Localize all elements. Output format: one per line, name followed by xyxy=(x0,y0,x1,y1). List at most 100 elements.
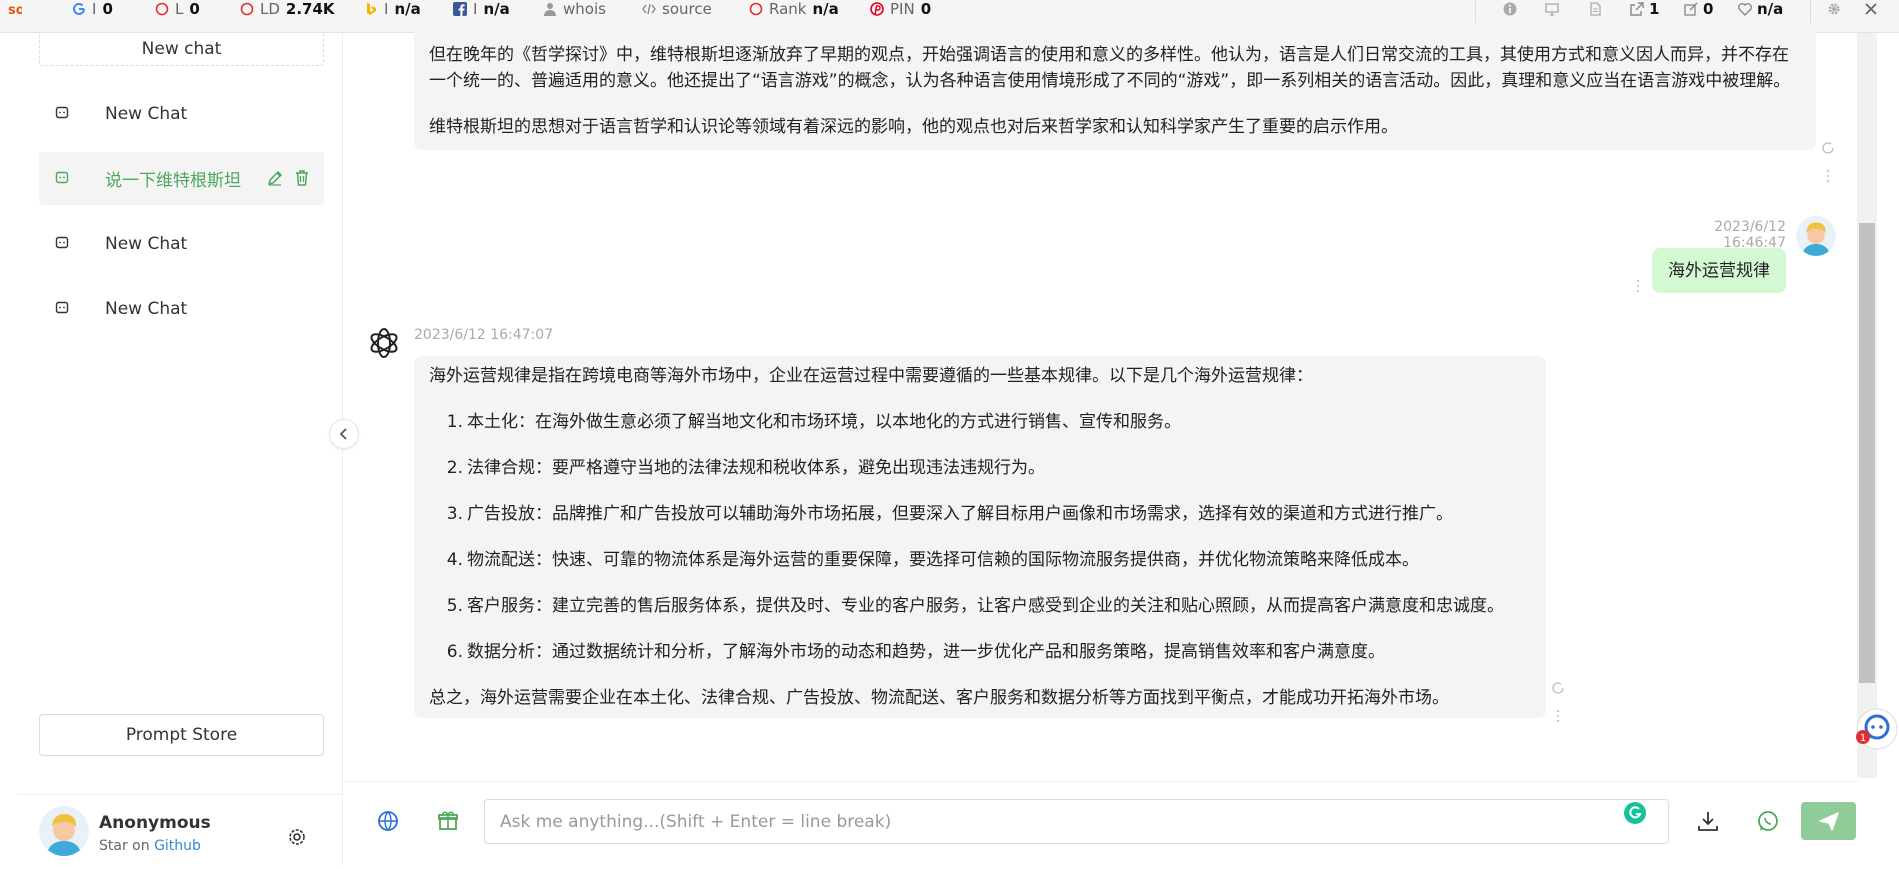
bing-icon xyxy=(367,2,376,15)
document-icon xyxy=(1590,1,1601,16)
seo-item-bing-index[interactable]: I n/a xyxy=(364,0,421,18)
chat-list-item[interactable]: New Chat xyxy=(39,217,324,270)
list-number: 3. xyxy=(446,504,463,524)
user-avatar[interactable] xyxy=(39,806,89,856)
internal-links-button[interactable]: 0 xyxy=(1684,0,1714,18)
message-list: 1. 本土化：在海外做生意必须了解当地文化和市场环境，以本地化的方式进行销售、宣传… xyxy=(429,409,1531,665)
more-vertical-icon[interactable] xyxy=(1821,169,1835,183)
chat-list-item-active[interactable]: 说一下维特根斯坦 xyxy=(39,152,324,205)
list-text: 本土化：在海外做生意必须了解当地文化和市场环境，以本地化的方式进行销售、宣传和服… xyxy=(467,412,1181,432)
seo-item-whois[interactable]: whois xyxy=(543,0,606,18)
seo-item-link-domains[interactable]: LD 2.74K xyxy=(240,0,335,18)
chat-item-label: New Chat xyxy=(105,233,188,254)
density-button[interactable] xyxy=(1588,0,1602,17)
list-number: 2. xyxy=(446,458,463,478)
seo-value: 0 xyxy=(1703,0,1714,18)
trash-icon[interactable] xyxy=(293,169,311,187)
seoquake-logo[interactable]: so xyxy=(8,0,22,17)
avatar-icon xyxy=(1796,216,1836,256)
chat-bubble-icon xyxy=(55,301,69,314)
user-sub-prefix: Star on xyxy=(99,838,150,854)
list-item: 5. 客户服务：建立完善的售后服务体系，提供及时、专业的客户服务，让客户感受到企业… xyxy=(437,593,1531,619)
seo-settings-button[interactable] xyxy=(1827,0,1841,17)
assistant-widget-icon[interactable]: 1 xyxy=(1855,707,1899,751)
seo-item-links[interactable]: L 0 xyxy=(155,0,200,18)
send-button[interactable] xyxy=(1801,802,1856,840)
seo-label: Rank xyxy=(769,0,807,18)
message-paragraph: 维特根斯坦的思想对于语言哲学和认识论等领域有着深远的影响，他的观点也对后来哲学家… xyxy=(429,117,1398,137)
circle-icon xyxy=(240,2,254,15)
facebook-icon xyxy=(453,1,467,16)
list-item: 6. 数据分析：通过数据统计和分析，了解海外市场的动态和趋势，进一步优化产品和服务… xyxy=(437,639,1531,665)
user-message: 海外运营规律 xyxy=(1652,248,1786,293)
assistant-message: 但在晚年的《哲学探讨》中，维特根斯坦逐渐放弃了早期的观点，开始强调语言的使用和意… xyxy=(414,23,1816,150)
circle-icon xyxy=(749,2,763,15)
seo-close-button[interactable] xyxy=(1864,0,1878,17)
refresh-icon[interactable] xyxy=(1821,141,1835,155)
list-number: 5. xyxy=(446,596,463,616)
more-vertical-icon[interactable] xyxy=(1551,709,1565,723)
seo-label: source xyxy=(662,0,712,18)
gear-icon xyxy=(1828,3,1840,14)
user-subtitle: Star on Github xyxy=(99,838,201,854)
seo-value: n/a xyxy=(394,0,421,18)
chat-input[interactable]: Ask me anything...(Shift + Enter = line … xyxy=(484,799,1669,844)
list-item: 4. 物流配送：快速、可靠的物流体系是海外运营的重要保障，要选择可信赖的国际物流服… xyxy=(437,547,1531,573)
user-panel: Anonymous Star on Github xyxy=(18,794,343,866)
seo-item-google-index[interactable]: I 0 xyxy=(72,0,113,18)
seo-label: whois xyxy=(563,0,606,18)
health-button[interactable]: n/a xyxy=(1738,0,1783,18)
sidebar: New chat New Chat 说一下维特根斯坦 New Chat New … xyxy=(18,33,343,866)
seo-label: I xyxy=(473,0,478,18)
seo-label: L xyxy=(175,0,184,18)
list-text: 数据分析：通过数据统计和分析，了解海外市场的动态和趋势，进一步优化产品和服务策略… xyxy=(467,642,1385,662)
chat-item-label: 说一下维特根斯坦 xyxy=(105,171,241,191)
chat-bubble-icon xyxy=(55,171,69,184)
globe-icon[interactable] xyxy=(374,807,402,835)
input-bar: Ask me anything...(Shift + Enter = line … xyxy=(344,781,1859,866)
seo-item-source[interactable]: source xyxy=(642,0,712,18)
grammarly-icon[interactable] xyxy=(1621,799,1649,827)
settings-gear-icon[interactable] xyxy=(286,826,308,848)
info-button[interactable] xyxy=(1503,0,1517,17)
seo-value: n/a xyxy=(812,0,839,18)
prompt-store-button[interactable]: Prompt Store xyxy=(39,714,324,756)
seo-value: 2.74K xyxy=(285,0,335,18)
external-links-button[interactable]: 1 xyxy=(1630,0,1659,18)
list-text: 客户服务：建立完善的售后服务体系，提供及时、专业的客户服务，让客户感受到企业的关… xyxy=(467,596,1504,616)
toolbar-divider xyxy=(1810,0,1811,26)
page-audit-button[interactable] xyxy=(1545,0,1559,17)
message-timestamp: 2023/6/12 16:46:47 xyxy=(1714,219,1786,251)
seo-item-pinterest[interactable]: PIN 0 xyxy=(870,0,931,18)
list-item: 3. 广告投放：品牌推广和广告投放可以辅助海外市场拓展，但要深入了解目标用户画像和… xyxy=(437,501,1531,527)
seo-value: 0 xyxy=(189,0,200,18)
seo-item-facebook[interactable]: I n/a xyxy=(453,0,510,18)
openai-logo-icon xyxy=(370,328,398,358)
chat-list-item[interactable]: New Chat xyxy=(39,282,324,335)
monitor-icon xyxy=(1545,2,1559,16)
external-link-icon xyxy=(1630,1,1644,16)
send-icon xyxy=(1819,812,1839,831)
list-number: 4. xyxy=(446,550,463,570)
chat-list-item[interactable]: New Chat xyxy=(39,87,324,140)
chat-item-label: New Chat xyxy=(105,103,188,124)
list-number: 1. xyxy=(446,412,463,432)
github-link[interactable]: Github xyxy=(154,838,201,854)
close-icon xyxy=(1865,2,1877,15)
circle-icon xyxy=(155,2,169,15)
more-vertical-icon[interactable] xyxy=(1631,279,1645,293)
list-text: 法律合规：要严格遵守当地的法律法规和税收体系，避免出现违法违规行为。 xyxy=(467,458,1045,478)
seo-item-rank[interactable]: Rank n/a xyxy=(749,0,839,18)
seo-value: 0 xyxy=(102,0,113,18)
chat-scrollbar[interactable] xyxy=(1857,33,1877,778)
scrollbar-thumb[interactable] xyxy=(1859,223,1875,683)
edit-icon[interactable] xyxy=(266,169,284,187)
refresh-icon[interactable] xyxy=(1551,681,1565,695)
gift-icon[interactable] xyxy=(434,807,462,835)
chat-bubble-icon xyxy=(55,236,69,249)
whatsapp-icon[interactable] xyxy=(1754,807,1782,835)
download-icon[interactable] xyxy=(1694,807,1722,835)
new-chat-button[interactable]: New chat xyxy=(39,33,324,66)
seo-label: LD xyxy=(260,0,280,18)
message-paragraph: 海外运营规律是指在跨境电商等海外市场中，企业在运营过程中需要遵循的一些基本规律。… xyxy=(429,366,1313,386)
